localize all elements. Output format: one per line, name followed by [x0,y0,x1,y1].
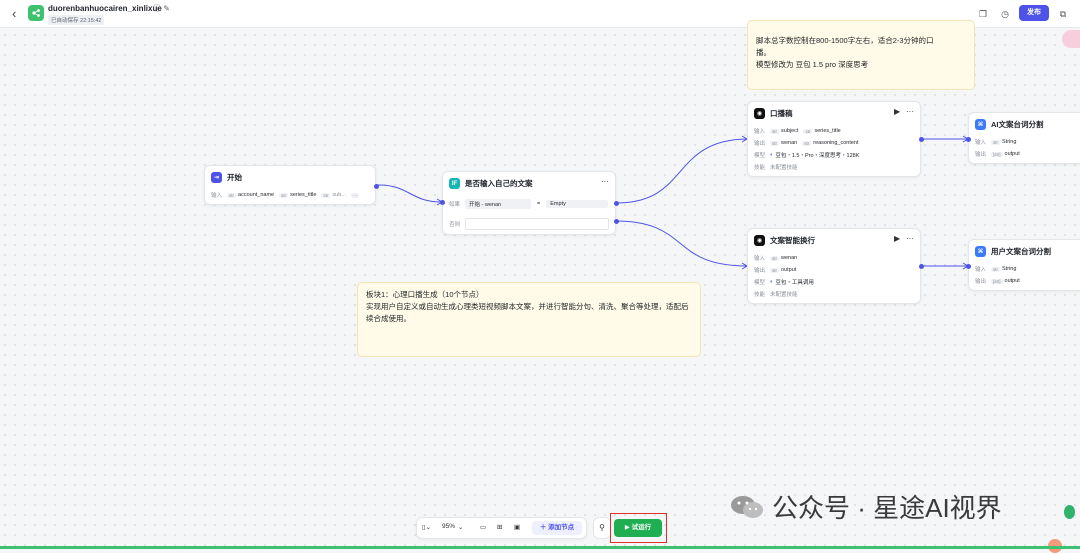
output-port[interactable] [374,184,379,189]
node-more-icon[interactable]: ··· [906,107,914,116]
llm-node-icon: ◉ [754,235,765,246]
minimap-icon[interactable]: ▣ [514,523,520,531]
input-param: String [1002,266,1017,272]
canvas-toolbar: ▯⌄ 95% ⌄ ▭ ⊞ ▣ ＋ 添加节点 [416,517,587,539]
output-port[interactable] [919,137,924,142]
note-top-line-2: 播。 [756,48,771,57]
watermark-text: 公众号 · 星途AI视界 [772,493,1002,523]
code-node-icon: ⌘ [975,119,986,130]
output-port[interactable] [919,264,924,269]
run-label: 试运行 [631,524,652,531]
grid-layout-icon[interactable]: ⊞ [497,523,502,531]
input-param: series_title [814,128,841,134]
input-port[interactable] [966,137,971,142]
node-koubo[interactable]: ◉ 口播稿 ▶ ··· 输入 str subject str series_titl… [747,101,924,177]
zoom-dropdown-chevron-down-icon[interactable]: ⌄ [458,523,463,531]
else-branch-box [465,218,610,230]
input-param: String [1002,139,1017,145]
note-top-line-3: 模型修改为 豆包 1.5 pro 深度思考 [756,60,869,69]
skill-value: 未配置技能 [770,292,798,298]
input-param: wenan [781,255,798,261]
condition-value: Empty [546,200,609,208]
edge-condition-koubo [615,138,748,204]
comment-icon[interactable]: ▭ [480,523,486,531]
row-label: 输入 [975,140,987,146]
node-user-split[interactable]: ⌘ 用户文案台词分割 输入 str String 输出 [str] output [966,239,1080,291]
row-label: 输入 [754,129,766,135]
note-body: 实现用户自定义或自动生成心理类短视频脚本文案，并进行智能分句、清洗、聚合等处理，… [366,302,689,323]
run-node-icon[interactable]: ▶ [894,107,900,116]
node-title: AI文案台词分割 [991,120,1044,129]
model-name: 豆包・工具调用 [775,280,814,286]
node-condition[interactable]: IF 是否输入自己的文案 ··· 如果 开始 - wenan = Empty 否… [440,171,619,235]
node-title: 是否输入自己的文案 [465,179,533,188]
add-node-button[interactable]: ＋ 添加节点 [532,521,582,535]
pointer-mode-icon[interactable]: ▯⌄ [422,523,431,531]
code-node-icon: ⌘ [975,246,986,257]
output-param: wenan [781,140,798,146]
note-top-line-1: 脚本总字数控制在800-1500字左右，适合2-3分钟的口 [756,36,934,45]
skill-value: 未配置技能 [770,165,798,171]
else-output-port[interactable] [614,219,619,224]
test-run-button[interactable]: ▶ 试运行 [614,519,662,537]
if-output-port[interactable] [614,201,619,206]
edge-condition-wrap [615,220,748,267]
output-param: output [781,267,797,273]
edge-start-condition [377,184,443,203]
if-node-icon: IF [449,178,460,189]
llm-node-icon: ◉ [754,108,765,119]
node-title: 文案智能换行 [770,236,815,245]
row-label: 输出 [975,279,987,285]
row-label: 技能 [754,165,766,171]
input-port[interactable] [440,200,445,205]
condition-operand: 开始 - wenan [465,199,532,209]
more-icon[interactable]: ··· [350,192,360,198]
note-title: 板块1：心理口播生成（10个节点） [366,290,484,299]
run-node-icon[interactable]: ▶ [894,234,900,243]
node-title: 用户文案台词分割 [991,247,1051,256]
row-label: 技能 [754,292,766,298]
node-ai-split[interactable]: ⌘ AI文案台词分割 输入 str String 输出 [str] output [966,112,1080,164]
node-more-icon[interactable]: ··· [906,234,914,243]
row-label: 模型 [754,280,766,286]
start-node-icon: ⇥ [211,172,222,183]
debug-wrench-icon[interactable]: ⚲ [593,517,611,539]
row-label: 输入 [211,193,223,199]
output-param: output [1004,151,1020,157]
row-label: 输出 [754,141,766,147]
model-icon: ◐ [770,279,774,285]
input-param: subject [781,128,799,134]
output-param: output [1004,278,1020,284]
input-param: series_title [290,192,317,198]
condition-operator: = [537,201,541,207]
node-start[interactable]: ⇥ 开始 输入 str account_name str series_title … [204,165,379,205]
model-icon: ◐ [770,152,774,158]
row-label: 输入 [975,267,987,273]
note-block-1[interactable]: 板块1：心理口播生成（10个节点） 实现用户自定义或自动生成心理类短视频脚本文案… [357,282,701,357]
node-title: 开始 [227,173,242,182]
watermark: 公众号 · 星途AI视界 [730,488,1002,525]
row-label: 否则 [449,222,461,228]
input-port[interactable] [966,264,971,269]
row-label: 输出 [754,268,766,274]
model-name: 豆包・1.5・Pro・深度思考・128K [775,153,860,159]
node-more-icon[interactable]: ··· [601,177,609,186]
add-node-label: 添加节点 [548,524,575,531]
row-label: 输出 [975,152,987,158]
wechat-logo-icon [731,495,763,518]
note-top[interactable]: 脚本总字数控制在800-1500字左右，适合2-3分钟的口 播。 模型修改为 豆… [747,20,975,90]
zoom-level[interactable]: 95% [442,523,455,530]
node-smart-wrap[interactable]: ◉ 文案智能换行 ▶ ··· 输入 str wenan 输出 str output … [747,228,924,304]
input-param: account_name [238,192,275,198]
node-title: 口播稿 [770,109,793,118]
row-label: 输入 [754,256,766,262]
row-label: 如果 [449,202,461,208]
row-label: 模型 [754,153,766,159]
input-param: sub... [332,192,346,198]
output-param: reasoning_content [813,140,859,146]
assistant-icon[interactable] [1064,505,1075,519]
